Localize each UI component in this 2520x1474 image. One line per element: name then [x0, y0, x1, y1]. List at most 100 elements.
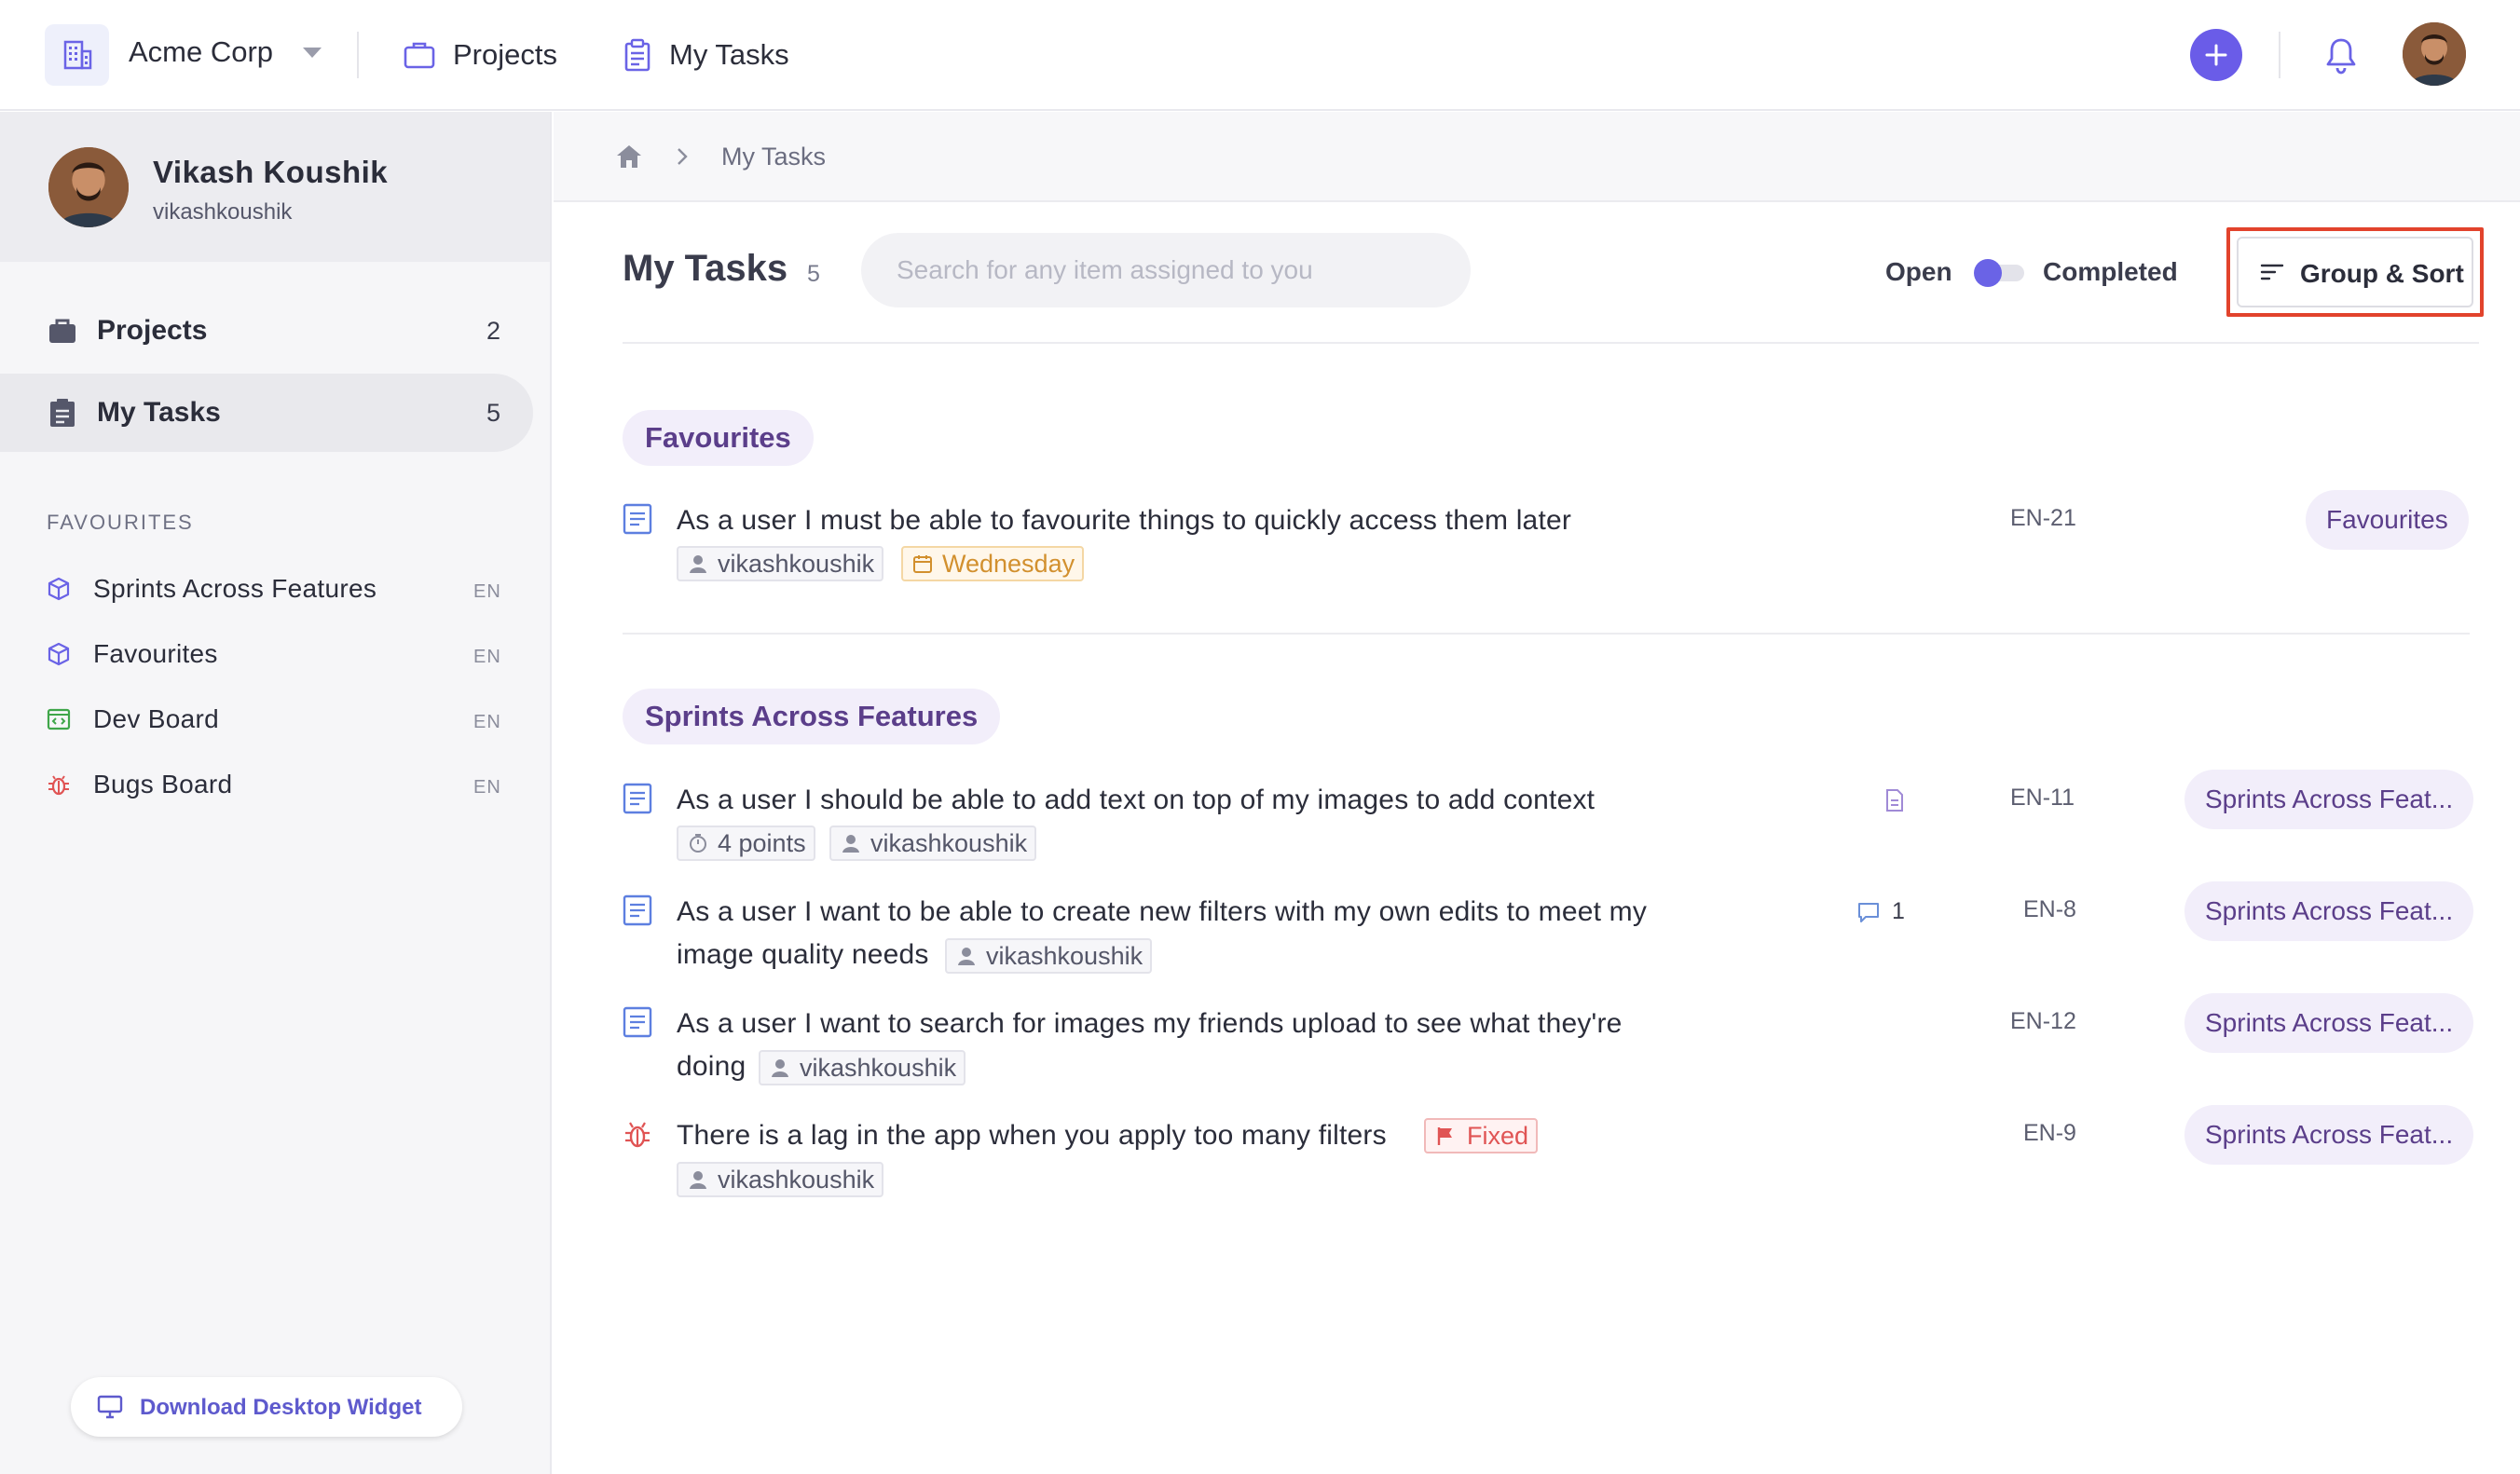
points-value: 4 points	[718, 829, 806, 857]
sidebar-item-label: My Tasks	[97, 397, 221, 428]
sort-lines-icon	[2260, 264, 2284, 280]
favourite-tag: EN	[473, 581, 501, 602]
comment-count: 1	[1892, 898, 1905, 924]
assignee-name: vikashkoushik	[718, 550, 875, 578]
due-date-chip[interactable]: Wednesday	[901, 546, 1085, 581]
assignee-chip[interactable]: vikashkoushik	[677, 546, 884, 581]
favourite-item-dev-board[interactable]: Dev Board EN	[0, 691, 533, 747]
story-icon	[623, 503, 652, 535]
task-key: EN-12	[2010, 1008, 2076, 1034]
task-title-continued[interactable]: image quality needs	[677, 934, 929, 976]
project-pill[interactable]: Sprints Across Feat...	[2184, 770, 2474, 829]
group-sort-button[interactable]: Group & Sort	[2237, 237, 2473, 307]
avatar	[48, 147, 129, 227]
group-header-favourites[interactable]: Favourites	[623, 410, 814, 466]
user-icon	[772, 1059, 788, 1077]
flag-icon	[1437, 1127, 1452, 1145]
calendar-icon	[913, 555, 932, 573]
favourite-item-bugs-board[interactable]: Bugs Board EN	[0, 757, 533, 812]
divider	[2279, 32, 2280, 78]
nav-my-tasks[interactable]: My Tasks	[623, 32, 789, 78]
task-title[interactable]: As a user I should be able to add text o…	[677, 779, 1595, 822]
add-button[interactable]	[2190, 29, 2242, 81]
project-pill[interactable]: Sprints Across Feat...	[2184, 993, 2474, 1053]
status-badge[interactable]: Fixed	[1424, 1118, 1539, 1153]
story-icon	[623, 894, 652, 926]
story-icon	[623, 783, 652, 814]
chevron-right-icon	[678, 148, 688, 165]
toggle-open-label[interactable]: Open	[1885, 257, 1952, 287]
nav-projects-label: Projects	[453, 38, 557, 71]
cube-icon	[48, 642, 70, 666]
sidebar-item-label: Projects	[97, 315, 208, 346]
timer-icon	[690, 834, 706, 853]
due-date: Wednesday	[942, 550, 1075, 578]
building-icon[interactable]	[45, 24, 109, 86]
points-chip[interactable]: 4 points	[677, 826, 815, 861]
favourite-item-sprints[interactable]: Sprints Across Features EN	[0, 561, 533, 617]
chevron-down-icon[interactable]	[303, 48, 322, 58]
top-bar: Acme Corp Projects My Tasks	[0, 0, 2520, 111]
task-key: EN-21	[2010, 505, 2076, 531]
favourite-tag: EN	[473, 777, 501, 798]
assignee-chip[interactable]: vikashkoushik	[677, 1162, 884, 1197]
attachment-doc-icon[interactable]	[1883, 788, 1907, 812]
comment-icon[interactable]	[1856, 900, 1881, 924]
avatar[interactable]	[2403, 22, 2466, 86]
favourite-label: Dev Board	[93, 704, 219, 733]
task-title[interactable]: As a user I must be able to favourite th…	[677, 499, 1571, 542]
project-pill[interactable]: Sprints Across Feat...	[2184, 881, 2474, 941]
profile-username: vikashkoushik	[153, 199, 293, 225]
project-pill[interactable]: Sprints Across Feat...	[2184, 1105, 2474, 1165]
status-text: Fixed	[1467, 1122, 1529, 1150]
download-label: Download Desktop Widget	[140, 1395, 422, 1420]
toggle-completed-label[interactable]: Completed	[2043, 257, 2178, 287]
breadcrumb-current[interactable]: My Tasks	[721, 143, 826, 171]
sidebar-item-projects[interactable]: Projects 2	[0, 292, 533, 370]
cube-icon	[48, 577, 70, 601]
nav-my-tasks-label: My Tasks	[669, 38, 789, 71]
task-key: EN-11	[2010, 785, 2075, 811]
group-header-sprints-across-features[interactable]: Sprints Across Features	[623, 689, 1001, 744]
home-icon[interactable]	[615, 143, 643, 170]
task-title-continued[interactable]: doing	[677, 1045, 746, 1088]
org-name[interactable]: Acme Corp	[129, 35, 273, 69]
project-pill[interactable]: Favourites	[2306, 490, 2469, 550]
favourite-label: Sprints Across Features	[93, 574, 377, 603]
user-icon	[958, 948, 975, 965]
favourite-tag: EN	[473, 712, 501, 732]
assignee-name: vikashkoushik	[800, 1054, 957, 1082]
user-icon	[690, 1171, 706, 1189]
search-input[interactable]	[861, 233, 1471, 307]
task-key: EN-9	[2023, 1120, 2076, 1146]
bug-icon	[48, 775, 69, 796]
briefcase-icon	[49, 319, 75, 343]
breadcrumb: My Tasks	[554, 112, 2520, 202]
nav-projects[interactable]: Projects	[403, 32, 557, 78]
favourite-tag: EN	[473, 647, 501, 667]
open-completed-toggle[interactable]	[1974, 259, 2024, 287]
user-icon	[842, 835, 859, 853]
download-desktop-widget-button[interactable]: Download Desktop Widget	[71, 1377, 462, 1437]
code-board-icon	[47, 708, 71, 730]
plus-icon	[2205, 44, 2227, 66]
task-title[interactable]: There is a lag in the app when you apply…	[677, 1114, 1387, 1157]
assignee-chip[interactable]: vikashkoushik	[945, 938, 1153, 974]
favourite-label: Favourites	[93, 639, 218, 668]
assignee-chip[interactable]: vikashkoushik	[759, 1050, 966, 1085]
task-key: EN-8	[2023, 896, 2076, 922]
clipboard-icon	[50, 399, 75, 427]
monitor-icon	[97, 1395, 123, 1419]
assignee-chip[interactable]: vikashkoushik	[829, 826, 1037, 861]
story-icon	[623, 1006, 652, 1038]
bell-icon[interactable]	[2322, 35, 2360, 76]
clipboard-icon	[624, 38, 651, 72]
favourite-item-favourites[interactable]: Favourites EN	[0, 626, 533, 682]
task-title[interactable]: As a user I want to be able to create ne…	[677, 891, 1647, 934]
sidebar-item-count: 2	[486, 316, 501, 345]
task-count: 5	[807, 261, 820, 287]
profile-card[interactable]: Vikash Koushik vikashkoushik	[0, 112, 550, 262]
task-title[interactable]: As a user I want to search for images my…	[677, 1003, 1623, 1045]
sidebar-item-my-tasks[interactable]: My Tasks 5	[0, 374, 533, 452]
user-icon	[690, 555, 706, 573]
